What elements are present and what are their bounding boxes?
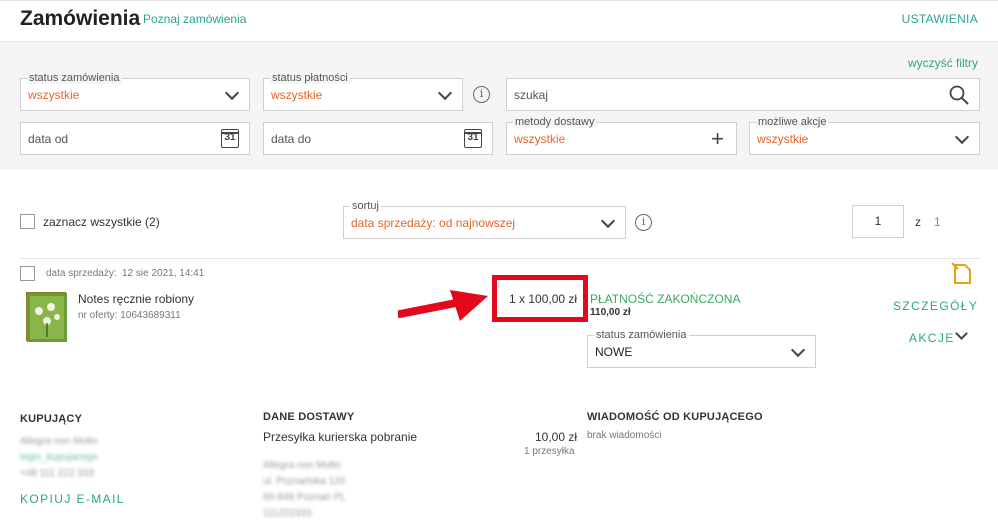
sort-legend: sortuj — [350, 200, 381, 212]
delivery-method-legend: metody dostawy — [513, 116, 597, 128]
sort-select[interactable]: sortuj data sprzedaży: od najnowszej — [343, 200, 626, 239]
delivery-header: DANE DOSTAWY — [263, 411, 355, 423]
order-status-select[interactable]: status zamówienia NOWE — [587, 329, 816, 368]
order-status-value: wszystkie — [28, 88, 80, 102]
copy-email-button[interactable]: KOPIUJ E-MAIL — [20, 492, 125, 506]
settings-link[interactable]: USTAWIENIA — [902, 12, 978, 26]
chevron-down-icon — [790, 342, 806, 358]
delivery-method-filter[interactable]: metody dostawy wszystkie + — [506, 116, 737, 155]
buyer-login[interactable]: login_kupujacego — [20, 452, 98, 463]
info-icon[interactable]: i — [473, 86, 490, 103]
sale-date-label: data sprzedaży: — [46, 268, 117, 279]
page-number-input[interactable]: 1 — [852, 205, 904, 238]
buyer-phone: +48 111 222 333 — [20, 468, 94, 479]
product-thumbnail[interactable] — [26, 292, 67, 342]
buyer-header: KUPUJĄCY — [20, 413, 83, 425]
sale-date: 12 sie 2021, 14:41 — [122, 268, 205, 279]
date-to-field[interactable]: data do 31 — [263, 122, 493, 155]
message-header: WIADOMOŚĆ OD KUPUJĄCEGO — [587, 411, 763, 423]
chevron-down-icon — [224, 85, 240, 101]
details-button[interactable]: SZCZEGÓŁY — [893, 299, 978, 313]
select-all-checkbox[interactable] — [20, 214, 35, 229]
page-header: Zamówienia Poznaj zamówienia USTAWIENIA — [0, 0, 998, 42]
delivery-address-line: 111222333 — [263, 508, 312, 519]
date-to-placeholder: data do — [271, 132, 312, 146]
order-status-select-value: NOWE — [595, 345, 633, 359]
actions-button[interactable]: AKCJE — [909, 331, 955, 345]
order-status-select-legend: status zamówienia — [594, 329, 689, 341]
note-icon[interactable] — [951, 262, 973, 286]
page-of-label: z — [915, 215, 921, 229]
filters-panel: wyczyść filtry status zamówienia wszystk… — [0, 42, 998, 170]
clear-filters-link[interactable]: wyczyść filtry — [908, 56, 978, 70]
divider — [20, 258, 980, 259]
chevron-down-icon — [954, 129, 970, 145]
plus-icon[interactable]: + — [711, 128, 724, 150]
delivery-price: 10,00 zł — [535, 430, 578, 444]
select-all-label: zaznacz wszystkie (2) — [43, 215, 160, 229]
payment-amount: 110,00 zł — [590, 307, 631, 318]
chevron-down-icon — [437, 85, 453, 101]
possible-actions-value: wszystkie — [757, 132, 809, 146]
date-from-field[interactable]: data od 31 — [20, 122, 250, 155]
order-status-legend: status zamówienia — [27, 72, 122, 84]
highlight-box — [492, 275, 588, 322]
payment-status-filter[interactable]: status płatności wszystkie — [263, 72, 463, 111]
order-checkbox[interactable] — [20, 266, 35, 281]
possible-actions-filter[interactable]: możliwe akcje wszystkie — [749, 116, 980, 155]
delivery-method-value: wszystkie — [514, 132, 566, 146]
chevron-down-icon — [600, 213, 616, 229]
package-count: 1 przesyłka — [524, 446, 575, 457]
date-from-placeholder: data od — [28, 132, 69, 146]
payment-status-value: wszystkie — [271, 88, 323, 102]
delivery-address-line: Allegra non Molto — [263, 460, 341, 471]
red-arrow-icon — [398, 290, 488, 321]
sort-value: data sprzedaży: od najnowszej — [351, 216, 516, 230]
buyer-name: Allegra non Molto — [20, 436, 98, 447]
payment-status: PŁATNOŚĆ ZAKOŃCZONA — [590, 292, 741, 306]
calendar-icon[interactable]: 31 — [221, 129, 239, 148]
order-status-filter[interactable]: status zamówienia wszystkie — [20, 72, 250, 111]
info-icon[interactable]: i — [635, 214, 652, 231]
delivery-address-line: ul. Poznańska 120 — [263, 476, 346, 487]
possible-actions-legend: możliwe akcje — [756, 116, 829, 128]
offer-number: nr oferty: 10643689311 — [78, 310, 181, 321]
item-name[interactable]: Notes ręcznie robiony — [78, 292, 194, 306]
message-text: brak wiadomości — [587, 430, 662, 441]
delivery-address-line: 60-848 Poznań PL — [263, 492, 346, 503]
payment-status-legend: status płatności — [270, 72, 350, 84]
total-pages[interactable]: 1 — [934, 215, 941, 229]
page-title: Zamówienia — [20, 7, 141, 30]
delivery-method: Przesyłka kurierska pobranie — [263, 430, 418, 444]
search-placeholder: szukaj — [514, 88, 549, 102]
learn-orders-link[interactable]: Poznaj zamówienia — [143, 12, 246, 26]
calendar-icon[interactable]: 31 — [464, 129, 482, 148]
search-icon[interactable] — [949, 85, 969, 105]
search-input[interactable]: szukaj — [506, 78, 980, 111]
